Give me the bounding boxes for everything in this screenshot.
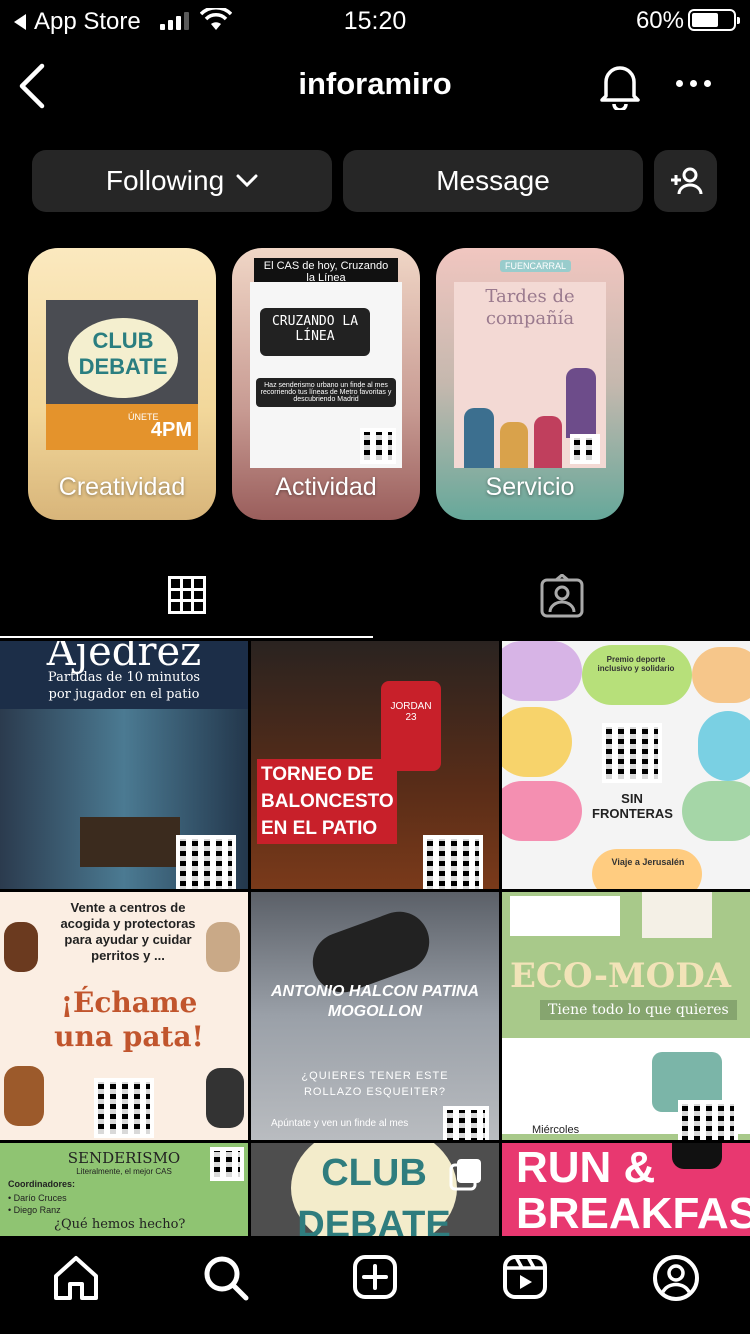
message-label: Message — [436, 165, 550, 196]
post-ajedrez[interactable]: Ajedrez Partidas de 10 minutos por jugad… — [0, 641, 248, 889]
post-sub: Miércoles — [532, 1124, 580, 1136]
highlight-cover: Tardes de compañía — [454, 282, 606, 468]
post-torneo-baloncesto[interactable]: JORDAN 23 TORNEO DE BALONCESTO EN EL PAT… — [251, 641, 499, 889]
suggested-users-button[interactable] — [654, 150, 717, 212]
status-bar: App Store 15:20 60% — [0, 0, 750, 44]
following-button[interactable]: Following — [32, 150, 332, 212]
coordinator-2: • Diego Ranz — [8, 1205, 61, 1215]
battery-icon — [688, 9, 740, 31]
post-run-breakfast[interactable]: RUN & BREAKFAST — [502, 1143, 750, 1236]
create-post-icon[interactable] — [352, 1254, 398, 1300]
following-label: Following — [105, 165, 225, 196]
jersey-text: JORDAN 23 — [390, 701, 432, 723]
post-text: Tiene todo lo que quieres — [540, 1000, 737, 1020]
grid-tab-icon[interactable] — [168, 576, 206, 614]
post-club-debate[interactable]: CLUB DEBATE — [251, 1143, 499, 1236]
home-icon[interactable] — [52, 1254, 100, 1302]
post-echame-una-pata[interactable]: Vente a centros de acogida y protectoras… — [0, 892, 248, 1140]
post-tag: Premio deporte inclusivo y solidario — [597, 655, 675, 673]
post-text: ¿QUIERES TENER ESTE ROLLAZO ESQUEITER? — [301, 1070, 449, 1098]
post-sub: Apúntate y ven un finde al mes — [271, 1118, 409, 1129]
chevron-down-icon — [236, 174, 258, 188]
post-antonio-halcon-patina[interactable]: ANTONIO HALCON PATINA MOGOLLON ¿QUIERES … — [251, 892, 499, 1140]
highlight-label: Actividad — [275, 473, 377, 501]
post-eco-moda[interactable]: ECO-MODA Tiene todo lo que quieres Miérc… — [502, 892, 750, 1140]
post-title: ANTONIO HALCON PATINA MOGOLLON — [271, 983, 479, 1020]
cover-title: Tardes de compañía — [485, 286, 575, 329]
battery-percentage: 60% — [635, 7, 684, 34]
highlight-label: Creatividad — [58, 473, 186, 501]
cover-time: 4PM — [150, 419, 192, 441]
search-icon[interactable] — [202, 1254, 250, 1302]
carousel-icon — [449, 1159, 481, 1191]
post-text: Partidas de 10 minutos por jugador en el… — [47, 670, 201, 702]
post-title: SIN FRONTERAS — [592, 791, 673, 821]
active-tab-indicator — [0, 636, 373, 638]
post-text: ¿Qué hemos hecho? — [54, 1217, 186, 1232]
cover-title: CRUZANDO LA LÍNEA — [271, 314, 359, 344]
highlight-servicio[interactable]: FUENCARRAL Tardes de compañía Servicio — [436, 248, 624, 520]
reels-icon[interactable] — [502, 1254, 548, 1300]
bell-icon[interactable] — [596, 60, 644, 110]
profile-header: inforamiro — [0, 56, 750, 116]
post-title: ECO-MODA — [510, 956, 732, 996]
posts-grid: Ajedrez Partidas de 10 minutos por jugad… — [0, 641, 750, 1236]
coordinators-label: Coordinadores: — [8, 1179, 76, 1189]
post-senderismo[interactable]: SENDERISMO Literalmente, el mejor CAS Co… — [0, 1143, 248, 1236]
more-options-icon[interactable] — [676, 80, 711, 87]
post-title: ¡Échame una pata! — [54, 986, 204, 1053]
tagged-tab-icon[interactable] — [540, 574, 584, 618]
highlight-cover: CRUZANDO LA LÍNEA Haz senderismo urbano … — [250, 282, 402, 468]
post-tag: Viaje a Jerusalén — [611, 857, 685, 867]
post-title: TORNEO DE BALONCESTO EN EL PATIO — [257, 759, 397, 844]
cover-caption: FUENCARRAL — [500, 260, 572, 272]
highlight-cover: CLUB DEBATE ÚNETE 4PM — [46, 300, 198, 450]
post-sin-fronteras[interactable]: Premio deporte inclusivo y solidario SIN… — [502, 641, 750, 889]
cover-title: CLUB DEBATE — [78, 328, 168, 379]
post-title: CLUB DEBATE — [297, 1152, 451, 1236]
message-button[interactable]: Message — [343, 150, 643, 212]
coordinator-1: • Darío Cruces — [8, 1193, 67, 1203]
profile-icon[interactable] — [652, 1254, 700, 1302]
profile-tabs — [0, 560, 750, 640]
cover-text: Haz senderismo urbano un finde al mes re… — [256, 378, 396, 407]
highlight-label: Servicio — [485, 473, 575, 501]
add-user-icon — [670, 167, 702, 195]
highlight-actividad[interactable]: El CAS de hoy, Cruzando la Línea CRUZAND… — [232, 248, 420, 520]
bottom-tab-bar — [0, 1236, 750, 1334]
post-text: Vente a centros de acogida y protectoras… — [60, 900, 196, 963]
highlight-creatividad[interactable]: CLUB DEBATE ÚNETE 4PM Creatividad — [28, 248, 216, 520]
